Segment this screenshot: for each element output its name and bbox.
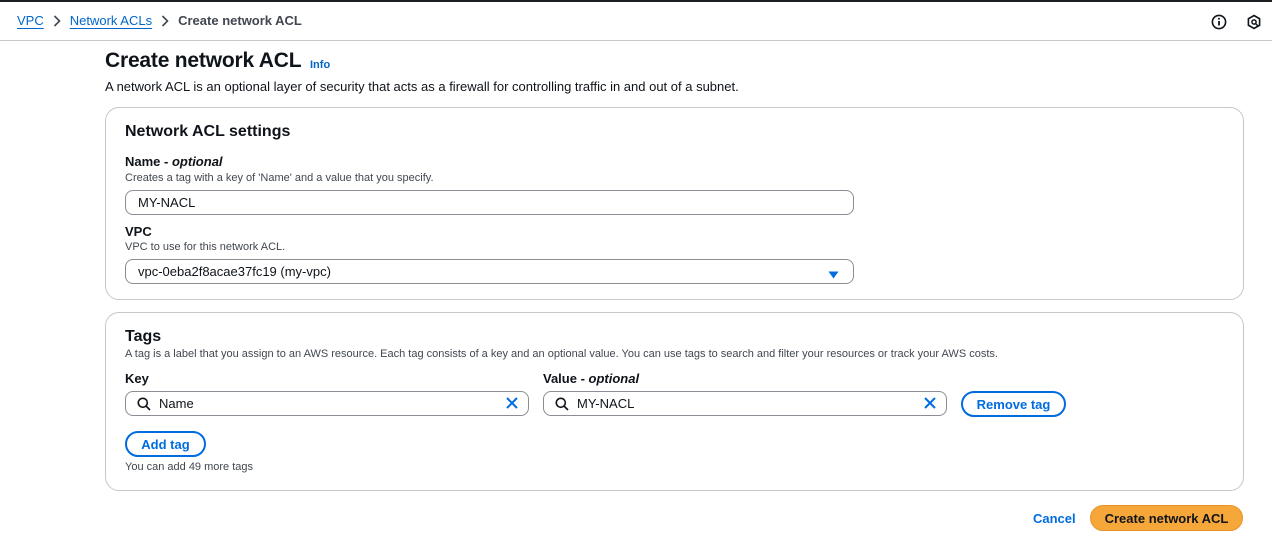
search-icon (137, 397, 151, 414)
tag-value-input[interactable]: MY-NACL (543, 391, 947, 416)
cancel-button[interactable]: Cancel (1033, 511, 1076, 526)
network-acl-settings-panel: Network ACL settings Name - optional Cre… (105, 107, 1244, 300)
tag-value-label-text: Value (543, 371, 577, 386)
chevron-right-icon (44, 14, 70, 28)
breadcrumb-vpc[interactable]: VPC (17, 13, 44, 28)
name-label: Name - optional (125, 154, 223, 169)
settings-heading: Network ACL settings (125, 123, 291, 140)
add-tag-button[interactable]: Add tag (125, 431, 206, 457)
breadcrumb-current: Create network ACL (178, 13, 302, 28)
chevron-right-icon (152, 14, 178, 28)
vpc-select-value: vpc-0eba2f8acae37fc19 (my-vpc) (138, 264, 331, 279)
info-circle-icon[interactable] (1210, 13, 1227, 30)
vpc-select[interactable]: vpc-0eba2f8acae37fc19 (my-vpc) (125, 259, 854, 284)
tag-value-optional-text: optional (588, 371, 640, 386)
tags-panel: Tags A tag is a label that you assign to… (105, 312, 1244, 491)
tag-value-label: Value - optional (543, 371, 640, 386)
tag-key-input[interactable]: Name (125, 391, 529, 416)
name-input[interactable]: MY-NACL (125, 190, 854, 215)
name-optional-text: optional (171, 154, 223, 169)
vpc-label: VPC (125, 224, 152, 239)
clear-icon[interactable] (923, 396, 937, 413)
create-network-acl-button[interactable]: Create network ACL (1090, 505, 1243, 531)
breadcrumb-network-acls[interactable]: Network ACLs (70, 13, 152, 28)
name-label-text: Name (125, 154, 161, 169)
remove-tag-button[interactable]: Remove tag (961, 391, 1066, 417)
tag-key-label: Key (125, 371, 149, 386)
top-bar: VPC Network ACLs Create network ACL (0, 0, 1272, 41)
breadcrumb: VPC Network ACLs Create network ACL (17, 13, 302, 28)
tag-limit-note: You can add 49 more tags (125, 461, 254, 473)
name-hint: Creates a tag with a key of 'Name' and a… (125, 172, 434, 184)
search-icon (555, 397, 569, 414)
tags-description: A tag is a label that you assign to an A… (125, 348, 998, 360)
info-link[interactable]: Info (310, 59, 330, 71)
tags-heading: Tags (125, 328, 162, 345)
vpc-hint: VPC to use for this network ACL. (125, 241, 286, 253)
clear-icon[interactable] (505, 396, 519, 413)
feedback-icon[interactable] (1245, 13, 1262, 30)
page-title: Create network ACL (105, 49, 302, 72)
name-input-value: MY-NACL (138, 195, 196, 210)
caret-down-icon (828, 267, 839, 282)
page-description: A network ACL is an optional layer of se… (105, 79, 739, 94)
